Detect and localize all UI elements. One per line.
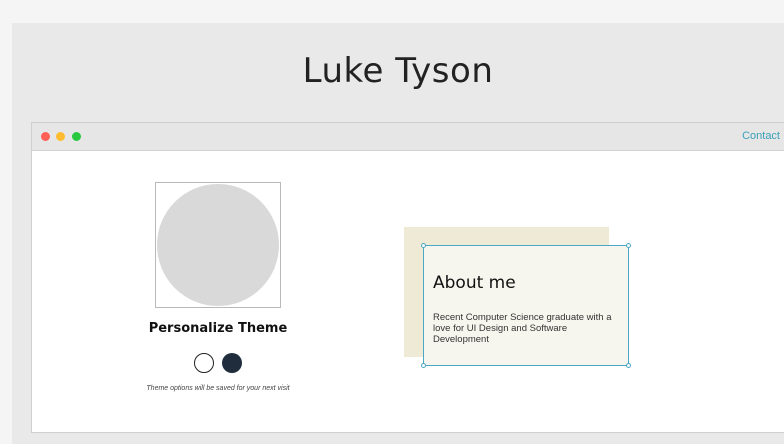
contact-link[interactable]: Contact bbox=[742, 130, 780, 142]
theme-dark-button[interactable] bbox=[222, 353, 242, 373]
page-title: Luke Tyson bbox=[302, 51, 494, 91]
avatar-placeholder bbox=[157, 184, 279, 306]
resize-handle-top-left[interactable] bbox=[421, 243, 426, 248]
page-stage: Luke Tyson Contact Personalize Theme The… bbox=[12, 23, 784, 444]
browser-titlebar: Contact bbox=[32, 123, 784, 151]
resize-handle-bottom-left[interactable] bbox=[421, 363, 426, 368]
theme-light-button[interactable] bbox=[194, 353, 214, 373]
resize-handle-top-right[interactable] bbox=[626, 243, 631, 248]
theme-note: Theme options will be saved for your nex… bbox=[146, 385, 290, 392]
minimize-window-button[interactable] bbox=[56, 132, 65, 141]
personalize-theme-heading: Personalize Theme bbox=[148, 321, 288, 336]
avatar bbox=[155, 182, 281, 308]
close-window-button[interactable] bbox=[41, 132, 50, 141]
about-description: Recent Computer Science graduate with a … bbox=[433, 312, 612, 345]
about-card[interactable]: About me Recent Computer Science graduat… bbox=[421, 243, 631, 368]
about-title: About me bbox=[433, 273, 516, 293]
maximize-window-button[interactable] bbox=[72, 132, 81, 141]
resize-handle-bottom-right[interactable] bbox=[626, 363, 631, 368]
browser-window: Contact Personalize Theme Theme options … bbox=[31, 122, 784, 433]
